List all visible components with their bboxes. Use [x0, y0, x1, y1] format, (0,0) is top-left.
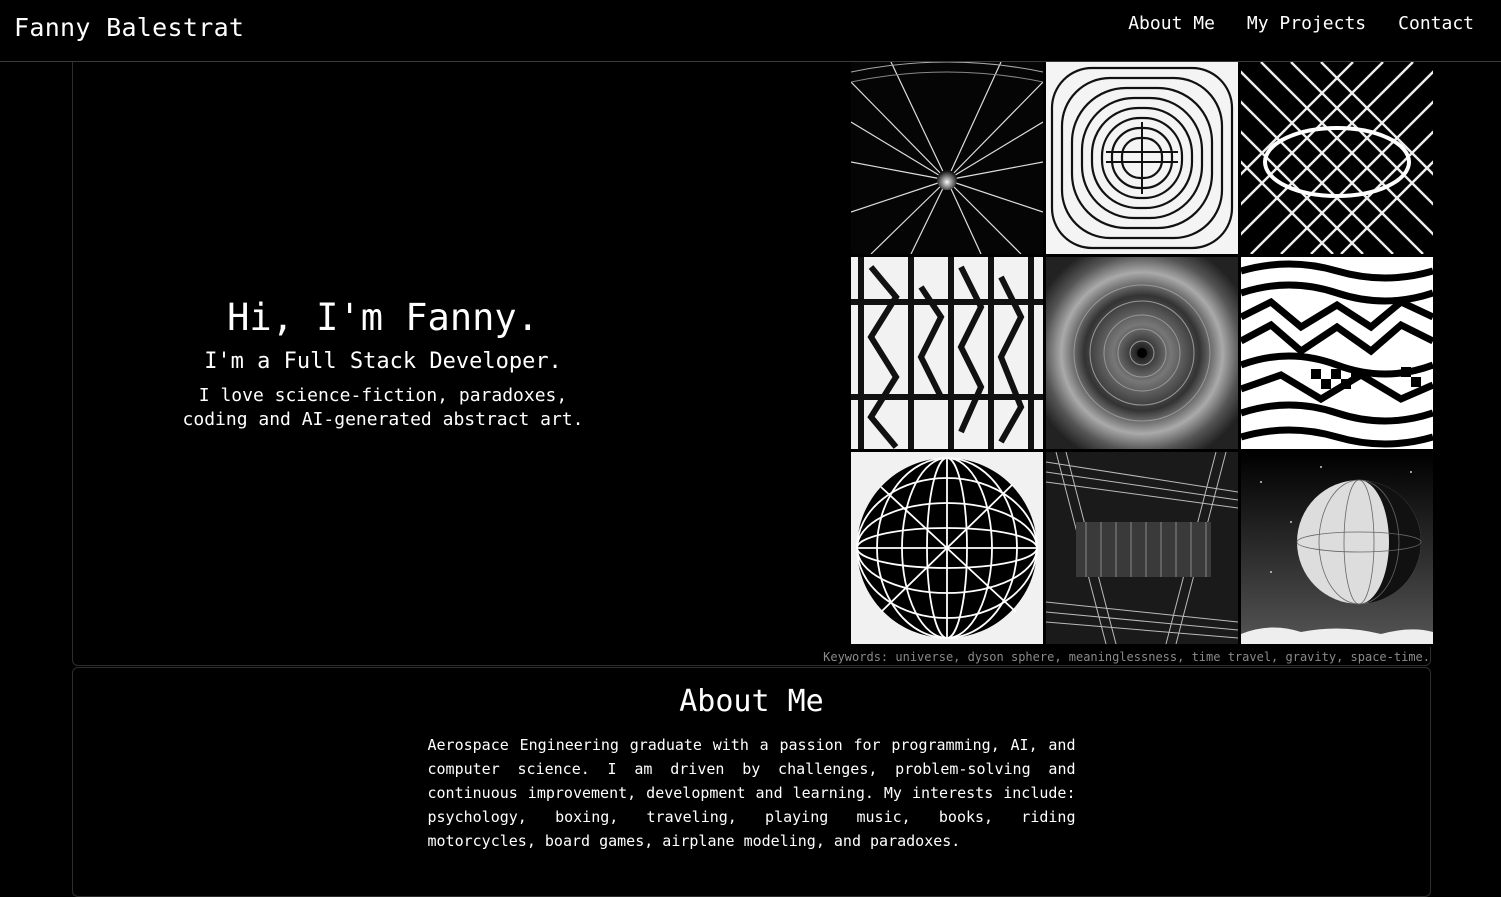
top-navbar: Fanny Balestrat About Me My Projects Con… — [0, 0, 1501, 62]
nav-my-projects[interactable]: My Projects — [1247, 13, 1366, 34]
abstract-concentric-lines-art — [1046, 62, 1238, 254]
hero-greeting: Hi, I'm Fanny. — [227, 296, 539, 339]
nav-contact[interactable]: Contact — [1398, 13, 1474, 34]
abstract-geometric-bars-art — [851, 257, 1043, 449]
nav-about-me[interactable]: About Me — [1128, 13, 1215, 34]
hero-tagline-line1: I love science-fiction, paradoxes, — [198, 385, 568, 406]
abstract-line-warp-art — [1046, 452, 1238, 644]
hero-tagline-line2: coding and AI-generated abstract art. — [182, 409, 584, 430]
about-title: About Me — [679, 684, 824, 719]
hero-role: I'm a Full Stack Developer. — [204, 349, 562, 374]
abstract-planet-sphere-art — [1241, 452, 1433, 644]
main-nav: About Me My Projects Contact — [1128, 13, 1474, 34]
about-text: Aerospace Engineering graduate with a pa… — [427, 736, 1076, 850]
abstract-zebra-waves-art — [1241, 257, 1433, 449]
about-me-section: About Me Aerospace Engineering graduate … — [72, 667, 1431, 897]
abstract-wire-sphere-art — [851, 452, 1043, 644]
abstract-light-rays-art — [851, 62, 1043, 254]
hero-intro: Hi, I'm Fanny. I'm a Full Stack Develope… — [73, 62, 693, 666]
abstract-vortex-circles-art — [1046, 257, 1238, 449]
hero-section: Hi, I'm Fanny. I'm a Full Stack Develope… — [72, 62, 1433, 666]
art-gallery — [851, 62, 1433, 647]
site-brand[interactable]: Fanny Balestrat — [14, 13, 244, 42]
gallery-keywords: Keywords: universe, dyson sphere, meanin… — [823, 650, 1430, 664]
abstract-net-ellipse-art — [1241, 62, 1433, 254]
